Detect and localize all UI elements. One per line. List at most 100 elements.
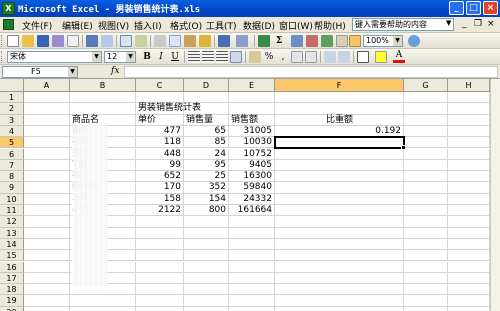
email-icon[interactable] <box>67 35 79 47</box>
grid-cell[interactable] <box>136 216 184 228</box>
grid-cell[interactable] <box>229 295 275 307</box>
menu-window[interactable]: 窗口(W) <box>279 19 313 32</box>
comma-style-icon[interactable]: , <box>277 51 289 63</box>
redo-icon[interactable] <box>236 35 248 47</box>
menu-format[interactable]: 格式(O) <box>170 19 202 32</box>
row-header-4[interactable]: 4 <box>0 125 24 138</box>
grid-cell[interactable] <box>184 238 229 251</box>
currency-icon[interactable] <box>249 51 261 63</box>
grid-cell[interactable] <box>229 284 275 296</box>
grid-cell[interactable] <box>275 272 404 285</box>
help-icon[interactable] <box>408 35 420 47</box>
column-header-e[interactable]: E <box>229 79 275 92</box>
grid-cell[interactable] <box>70 295 136 307</box>
grid-cell[interactable] <box>404 171 448 183</box>
row-header-3[interactable]: 3 <box>0 114 24 126</box>
name-box[interactable]: F5 ▼ <box>2 66 78 78</box>
grid-cell[interactable] <box>448 205 490 217</box>
grid-cell[interactable] <box>24 227 70 239</box>
grid-cell[interactable] <box>275 261 404 273</box>
italic-button[interactable]: I <box>155 51 167 63</box>
grid-cell[interactable] <box>404 306 448 311</box>
grid-cell[interactable] <box>404 148 448 160</box>
paste-icon[interactable] <box>184 35 196 47</box>
grid-cell[interactable] <box>229 216 275 228</box>
increase-indent-icon[interactable] <box>338 51 350 63</box>
grid-cell[interactable] <box>448 216 490 228</box>
grid-cell[interactable] <box>229 92 275 104</box>
grid-cell[interactable] <box>229 261 275 273</box>
menu-edit[interactable]: 编辑(E) <box>62 19 93 32</box>
row-header-1[interactable]: 1 <box>0 92 24 104</box>
grid-cell[interactable] <box>448 171 490 183</box>
grid-cell[interactable] <box>404 272 448 285</box>
row-header-7[interactable]: 7 <box>0 159 24 172</box>
grid-cell[interactable] <box>404 125 448 138</box>
row-header-9[interactable]: 9 <box>0 182 24 194</box>
grid-cell[interactable] <box>448 238 490 251</box>
grid-cell[interactable] <box>24 306 70 311</box>
grid-cell[interactable] <box>229 272 275 285</box>
grid-cell[interactable] <box>448 193 490 205</box>
increase-decimal-icon[interactable] <box>291 51 303 63</box>
grid-cell[interactable] <box>24 103 70 115</box>
autosum-icon[interactable]: Σ <box>273 35 285 47</box>
row-header-8[interactable]: 8 <box>0 171 24 183</box>
open-icon[interactable] <box>22 35 34 47</box>
minimize-button[interactable]: _ <box>449 1 464 15</box>
vertical-scrollbar[interactable] <box>490 79 500 311</box>
toolbar-grip[interactable] <box>1 51 4 63</box>
fill-color-icon[interactable] <box>375 51 387 63</box>
grid-cell[interactable] <box>404 114 448 126</box>
grid-cell[interactable] <box>275 295 404 307</box>
workbook-icon[interactable] <box>3 19 14 30</box>
research-icon[interactable] <box>135 35 147 47</box>
sort-descending-icon[interactable] <box>306 35 318 47</box>
column-header-f[interactable]: F <box>275 79 404 92</box>
grid-cell[interactable] <box>136 272 184 285</box>
grid-cell[interactable] <box>448 295 490 307</box>
row-header-6[interactable]: 6 <box>0 148 24 160</box>
grid-cell[interactable] <box>448 137 490 149</box>
select-all-corner[interactable] <box>0 79 24 92</box>
grid-cell[interactable] <box>448 272 490 285</box>
decrease-indent-icon[interactable] <box>324 51 336 63</box>
font-name-select[interactable]: 宋体 ▼ <box>7 51 102 63</box>
grid-cell[interactable] <box>24 261 70 273</box>
grid-cell[interactable] <box>404 193 448 205</box>
grid-cell[interactable] <box>24 238 70 251</box>
grid-cell[interactable] <box>404 182 448 194</box>
grid-cell[interactable] <box>24 171 70 183</box>
grid-cell[interactable] <box>448 92 490 104</box>
borders-icon[interactable] <box>357 51 369 63</box>
print-preview-icon[interactable] <box>101 35 113 47</box>
grid-cell[interactable] <box>448 182 490 194</box>
column-header-b[interactable]: B <box>70 79 136 92</box>
grid-cell[interactable] <box>275 250 404 262</box>
sort-ascending-icon[interactable] <box>291 35 303 47</box>
grid-cell[interactable] <box>275 306 404 311</box>
grid-cell[interactable] <box>448 284 490 296</box>
grid-cell[interactable] <box>404 250 448 262</box>
grid-cell[interactable] <box>448 114 490 126</box>
grid-cell[interactable] <box>70 306 136 311</box>
zoom-select[interactable]: 100% ▼ <box>363 35 403 47</box>
grid-cell[interactable] <box>404 103 448 115</box>
column-header-d[interactable]: D <box>184 79 229 92</box>
grid-cell[interactable] <box>24 272 70 285</box>
grid-cell[interactable] <box>184 284 229 296</box>
grid-cell[interactable] <box>136 227 184 239</box>
grid-cell[interactable] <box>404 227 448 239</box>
grid-cell[interactable] <box>184 272 229 285</box>
grid-cell[interactable] <box>184 306 229 311</box>
formula-input[interactable] <box>124 66 498 78</box>
save-icon[interactable] <box>37 35 49 47</box>
grid-cell[interactable] <box>24 284 70 296</box>
worksheet-grid[interactable]: ABCDEFGH 1234567891011121314151617181920… <box>0 79 500 311</box>
print-icon[interactable] <box>86 35 98 47</box>
grid-cell[interactable] <box>136 250 184 262</box>
grid-cell[interactable] <box>184 295 229 307</box>
menu-tools[interactable]: 工具(T) <box>206 19 237 32</box>
column-header-c[interactable]: C <box>136 79 184 92</box>
grid-cell[interactable] <box>136 295 184 307</box>
